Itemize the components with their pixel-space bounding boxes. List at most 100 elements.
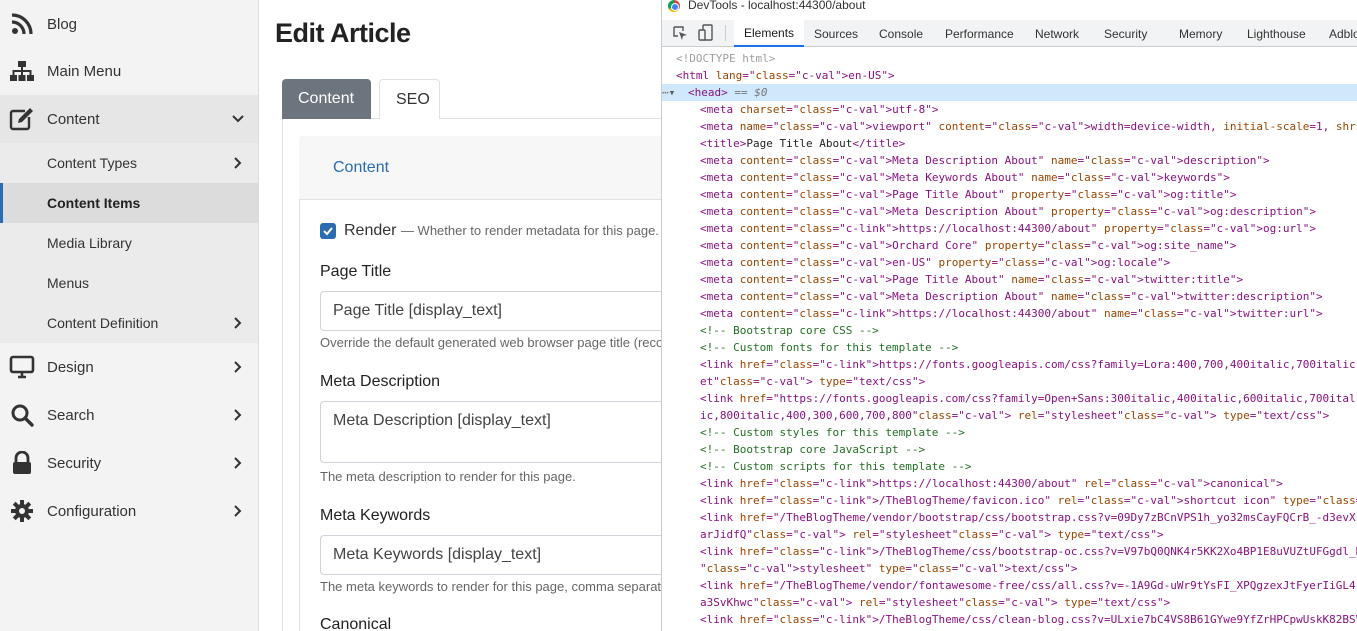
- dom-node[interactable]: <!-- Bootstrap core CSS -->: [662, 322, 1357, 339]
- devtools-window: DevTools - localhost:44300/about Element…: [661, 0, 1357, 631]
- meta-keywords-input[interactable]: Meta Keywords [display_text]: [320, 535, 661, 575]
- ellipsis-icon[interactable]: ⋯: [662, 86, 669, 99]
- dom-node-text: <link href="class="c-link">/TheBlogTheme…: [700, 545, 1357, 558]
- tab-sources[interactable]: Sources: [814, 20, 858, 47]
- inspect-element-icon[interactable]: [671, 24, 689, 42]
- chrome-logo-icon: [668, 0, 680, 12]
- dom-node[interactable]: <link href="/TheBlogTheme/vendor/fontawe…: [662, 577, 1357, 594]
- dom-node[interactable]: <!-- Bootstrap core JavaScript -->: [662, 441, 1357, 458]
- dom-tree: <!DOCTYPE html> <html lang="class="c-val"…: [662, 47, 1357, 631]
- dom-node[interactable]: <link href="class="c-link">/TheBlogTheme…: [662, 611, 1357, 628]
- canonical-label: Canonical: [320, 616, 392, 631]
- meta-description-input[interactable]: Meta Description [display_text]: [320, 401, 661, 463]
- dom-node[interactable]: et"class="c-val"> type="text/css">: [662, 373, 1357, 390]
- sidebar-item-content-types[interactable]: Content Types: [0, 143, 258, 183]
- tab-seo[interactable]: SEO: [379, 79, 440, 119]
- dom-node-text: et"class="c-val"> type="text/css">: [700, 375, 926, 388]
- tab-lighthouse[interactable]: Lighthouse: [1247, 20, 1306, 47]
- tab-console[interactable]: Console: [879, 20, 923, 47]
- render-checkbox[interactable]: [320, 223, 336, 239]
- search-icon: [9, 402, 35, 428]
- sidebar-item-media-library[interactable]: Media Library: [0, 223, 258, 263]
- tab-performance[interactable]: Performance: [945, 20, 1014, 47]
- chevron-down-icon: [232, 115, 244, 123]
- sidebar-item-label: Content Definition: [47, 315, 159, 331]
- page-title-input[interactable]: Page Title [display_text]: [320, 291, 661, 331]
- check-icon: [323, 227, 333, 236]
- dom-node[interactable]: a3SvKhwc"class="c-val"> rel="stylesheet"…: [662, 594, 1357, 611]
- dom-node[interactable]: <meta content="class="c-val">en-US" prop…: [662, 254, 1357, 271]
- render-label: Render — Whether to render metadata for …: [344, 222, 659, 240]
- dom-node[interactable]: <link href="/TheBlogTheme/vendor/bootstr…: [662, 509, 1357, 526]
- meta-keywords-hint: The meta keywords to render for this pag…: [320, 579, 661, 594]
- sidebar-item-blog[interactable]: Blog: [0, 0, 258, 48]
- dom-node[interactable]: <title>Page Title About</title>: [662, 135, 1357, 152]
- tab-content[interactable]: Content: [282, 79, 371, 119]
- dom-node-selected[interactable]: ⋯▾ <head> == $0: [662, 84, 1357, 101]
- sidebar-item-security[interactable]: Security: [0, 439, 258, 487]
- device-toolbar-icon[interactable]: [697, 24, 715, 42]
- meta-description-hint: The meta description to render for this …: [320, 469, 576, 484]
- expand-triangle-icon[interactable]: ▾: [669, 86, 676, 99]
- sidebar-item-label: Search: [47, 406, 95, 424]
- tab-adblock[interactable]: Adblo: [1329, 20, 1357, 47]
- sidebar-item-content[interactable]: Content: [0, 95, 258, 143]
- dom-node[interactable]: arJidfQ"class="c-val"> rel="stylesheet"c…: [662, 526, 1357, 543]
- dom-node[interactable]: <meta content="class="c-val">Page Title …: [662, 186, 1357, 203]
- dom-node[interactable]: <!DOCTYPE html>: [662, 50, 1357, 67]
- dom-node[interactable]: <meta content="class="c-link">https://lo…: [662, 305, 1357, 322]
- dom-node-text: <!-- Custom styles for this template -->: [700, 426, 965, 439]
- dom-node[interactable]: ic,800italic,400,300,600,700,800"class="…: [662, 407, 1357, 424]
- meta-description-label: Meta Description: [320, 373, 441, 390]
- dom-node[interactable]: <link href="class="c-link">https://local…: [662, 475, 1357, 492]
- sidebar-item-label: Configuration: [47, 502, 137, 520]
- rss-icon: [9, 11, 35, 37]
- dom-node[interactable]: <meta content="class="c-val">Meta Descri…: [662, 152, 1357, 169]
- edit-icon: [9, 106, 35, 132]
- dom-node[interactable]: <!-- Custom fonts for this template -->: [662, 339, 1357, 356]
- sidebar-item-main-menu[interactable]: Main Menu: [0, 47, 258, 95]
- dom-node-text: ic,800italic,400,300,600,700,800"class="…: [700, 409, 1330, 422]
- sidebar-item-content-items[interactable]: Content Items: [0, 183, 258, 223]
- sidebar-item-label: Design: [47, 358, 94, 376]
- dom-node[interactable]: <meta content="class="c-val">Page Title …: [662, 271, 1357, 288]
- sidebar-item-label: Blog: [47, 15, 78, 33]
- sidebar-item-label: Main Menu: [47, 62, 122, 80]
- sidebar-item-menus[interactable]: Menus: [0, 263, 258, 303]
- tab-network[interactable]: Network: [1035, 20, 1079, 47]
- sidebar-item-design[interactable]: Design: [0, 343, 258, 391]
- dom-node[interactable]: <meta content="class="c-val">Meta Descri…: [662, 288, 1357, 305]
- dom-node[interactable]: <link href="class="c-link">https://fonts…: [662, 356, 1357, 373]
- dom-node[interactable]: <meta charset="class="c-val">utf-8">: [662, 101, 1357, 118]
- page-title-hint: Override the default generated web brows…: [320, 335, 661, 350]
- sidebar-item-configuration[interactable]: Configuration: [0, 487, 258, 535]
- card-header-link[interactable]: Content: [333, 159, 389, 177]
- dom-node-text: <meta content="class="c-val">Meta Descri…: [700, 205, 1316, 218]
- dom-node-text: <!-- Custom scripts for this template --…: [700, 460, 972, 473]
- dom-node[interactable]: <link href="class="c-link">/TheBlogTheme…: [662, 543, 1357, 560]
- dom-node[interactable]: <meta content="class="c-val">Meta Keywor…: [662, 169, 1357, 186]
- indent: ⋯▾: [662, 84, 688, 101]
- dom-node[interactable]: <meta name="class="c-val">viewport" cont…: [662, 118, 1357, 135]
- sidebar-item-label: Content Types: [47, 155, 138, 171]
- sidebar-item-label: Content Items: [47, 195, 141, 211]
- dom-node-text: <!-- Bootstrap core JavaScript -->: [700, 443, 926, 456]
- dom-node[interactable]: "class="c-val">stylesheet" type="class="…: [662, 560, 1357, 577]
- dom-node[interactable]: <link href="class="c-link">/TheBlogTheme…: [662, 492, 1357, 509]
- dom-node[interactable]: <html lang="class="c-val">en-US">: [662, 67, 1357, 84]
- sidebar-item-search[interactable]: Search: [0, 391, 258, 439]
- sidebar-item-content-definition[interactable]: Content Definition: [0, 303, 258, 343]
- dom-node[interactable]: <meta content="class="c-val">Meta Descri…: [662, 203, 1357, 220]
- tab-memory[interactable]: Memory: [1179, 20, 1222, 47]
- dom-node[interactable]: <link href="https://fonts.googleapis.com…: [662, 390, 1357, 407]
- sidebar-item-label: Menus: [47, 275, 90, 291]
- dom-node[interactable]: <meta content="class="c-val">Orchard Cor…: [662, 237, 1357, 254]
- dom-node[interactable]: <!-- Custom scripts for this template --…: [662, 458, 1357, 475]
- dom-node-text: arJidfQ"class="c-val"> rel="stylesheet"c…: [700, 528, 1164, 541]
- dom-node[interactable]: <!-- Custom styles for this template -->: [662, 424, 1357, 441]
- dom-node-text: <meta name="class="c-val">viewport" cont…: [700, 120, 1357, 133]
- dom-node[interactable]: <meta content="class="c-link">https://lo…: [662, 220, 1357, 237]
- tab-security[interactable]: Security: [1104, 20, 1147, 47]
- gear-icon: [9, 498, 35, 524]
- tab-elements[interactable]: Elements: [734, 20, 805, 47]
